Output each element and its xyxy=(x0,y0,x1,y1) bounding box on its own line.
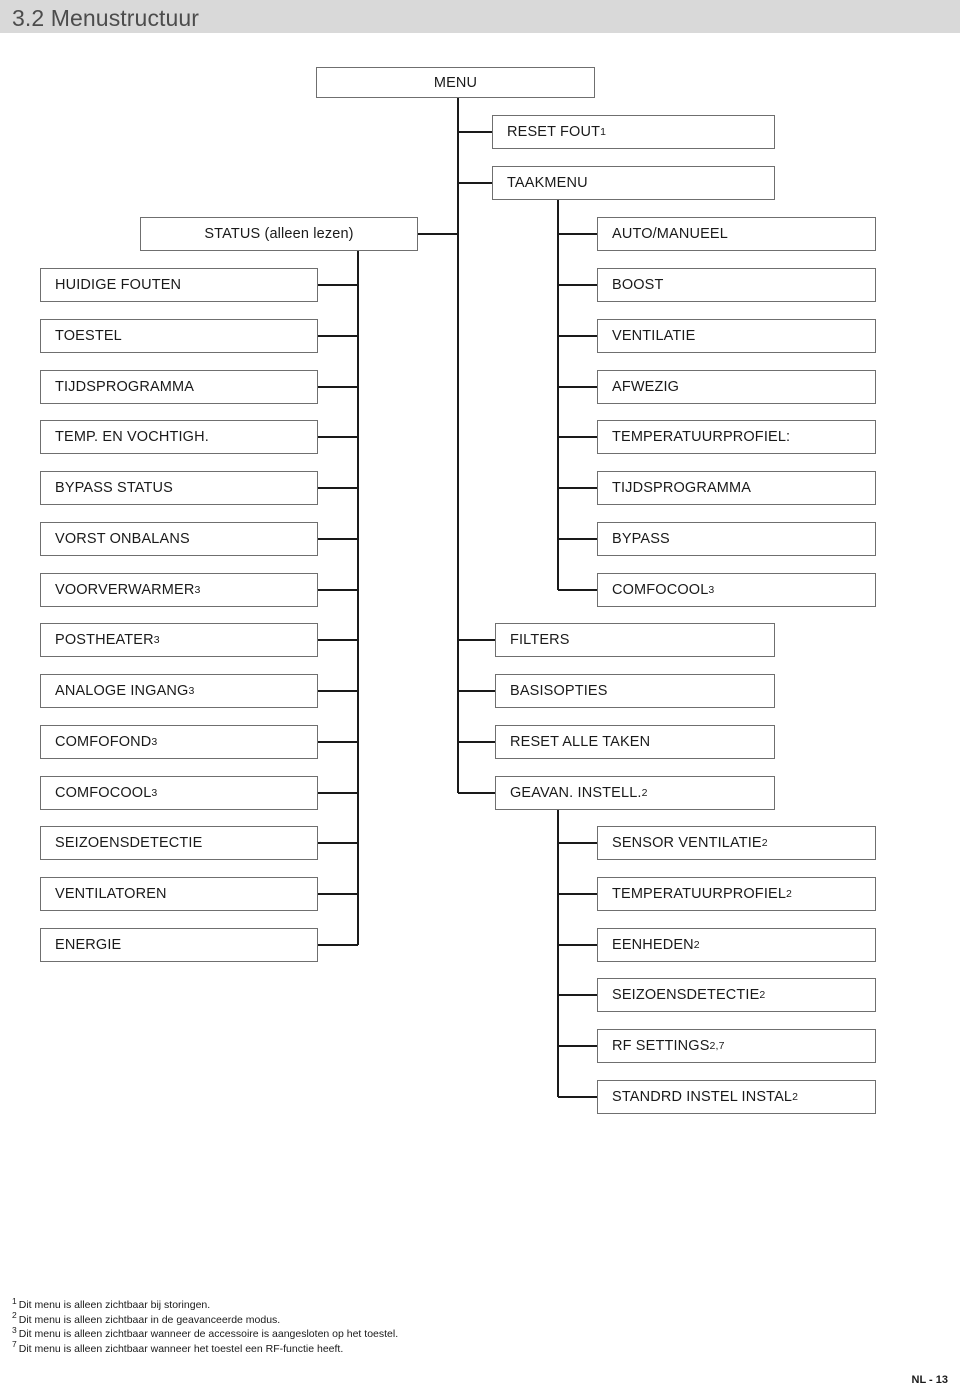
node-bypass-status[interactable]: BYPASS STATUS xyxy=(40,471,318,505)
node-comfofond[interactable]: COMFOFOND 3 xyxy=(40,725,318,759)
node-taakmenu-label: TAAKMENU xyxy=(507,175,588,191)
node-analoge-ingang[interactable]: ANALOGE INGANG 3 xyxy=(40,674,318,708)
footnote-2: 2 Dit menu is alleen zichtbaar in de geav… xyxy=(12,1310,712,1328)
node-huidige-fouten[interactable]: HUIDIGE FOUTEN xyxy=(40,268,318,302)
node-energie-label: ENERGIE xyxy=(55,937,122,953)
node-rf-settings-label: RF SETTINGS xyxy=(612,1038,710,1054)
node-ventilatie[interactable]: VENTILATIE xyxy=(597,319,876,353)
node-status-label: STATUS (alleen lezen) xyxy=(204,226,354,242)
node-temperatuurprofiel-geavan-label: TEMPERATUURPROFIEL xyxy=(612,886,787,902)
footnote-7-text: Dit menu is alleen zichtbaar wanneer het… xyxy=(18,1342,344,1355)
node-tijdsprogramma-status[interactable]: TIJDSPROGRAMMA xyxy=(40,370,318,404)
node-taakmenu[interactable]: TAAKMENU xyxy=(492,166,775,200)
node-menu-label: MENU xyxy=(433,74,478,91)
node-comfocool-status[interactable]: COMFOCOOL 3 xyxy=(40,776,318,810)
node-reset-fout-label: RESET FOUT xyxy=(507,124,601,140)
node-filters[interactable]: FILTERS xyxy=(495,623,775,657)
node-vorst-onbalans[interactable]: VORST ONBALANS xyxy=(40,522,318,556)
footnote-7: 7 Dit menu is alleen zichtbaar wanneer he… xyxy=(12,1339,712,1357)
node-sensor-ventilatie[interactable]: SENSOR VENTILATIE 2 xyxy=(597,826,876,860)
node-toestel-label: TOESTEL xyxy=(55,328,122,344)
footnote-3-text: Dit menu is alleen zichtbaar wanneer de … xyxy=(18,1328,399,1341)
node-status[interactable]: STATUS (alleen lezen) xyxy=(140,217,418,251)
node-bypass-label: BYPASS xyxy=(612,531,670,547)
footnote-7-mark: 7 xyxy=(12,1339,17,1350)
node-comfofond-label: COMFOFOND xyxy=(55,734,152,750)
node-rf-settings[interactable]: RF SETTINGS 2,7 xyxy=(597,1029,876,1063)
footnote-1: 1 Dit menu is alleen zichtbaar bij storin… xyxy=(12,1295,712,1313)
node-temperatuurprofiel-geavan[interactable]: TEMPERATUURPROFIEL 2 xyxy=(597,877,876,911)
footnote-1-text: Dit menu is alleen zichtbaar bij storing… xyxy=(18,1299,211,1311)
node-eenheden-label: EENHEDEN xyxy=(612,937,694,953)
node-toestel[interactable]: TOESTEL xyxy=(40,319,318,353)
node-postheater-label: POSTHEATER xyxy=(55,632,154,648)
document-page: 3.2 Menustructuur MENU RESET FOUT 1 TAAK… xyxy=(0,0,960,1400)
node-standrd-instel-instal-label: STANDRD INSTEL INSTAL xyxy=(612,1089,793,1105)
node-geavan-instell-label: GEAVAN. INSTELL. xyxy=(510,785,642,801)
node-ventilatoren-label: VENTILATOREN xyxy=(55,886,167,902)
footnote-3-mark: 3 xyxy=(12,1324,17,1335)
node-comfocool-taak-label: COMFOCOOL xyxy=(612,582,709,598)
node-seizoensdetectie-geavan[interactable]: SEIZOENSDETECTIE 2 xyxy=(597,978,876,1012)
node-sensor-ventilatie-label: SENSOR VENTILATIE xyxy=(612,835,762,851)
node-reset-fout[interactable]: RESET FOUT 1 xyxy=(492,115,775,149)
node-menu[interactable]: MENU xyxy=(316,67,595,98)
footnote-3: 3 Dit menu is alleen zichtbaar wanneer de… xyxy=(12,1324,712,1342)
node-vorst-onbalans-label: VORST ONBALANS xyxy=(55,531,190,547)
footnote-2-mark: 2 xyxy=(12,1310,17,1321)
node-energie[interactable]: ENERGIE xyxy=(40,928,318,962)
node-comfocool-status-label: COMFOCOOL xyxy=(55,785,152,801)
menu-structure-diagram: MENU RESET FOUT 1 TAAKMENU STATUS (alleen… xyxy=(0,0,960,1240)
node-auto-manueel-label: AUTO/MANUEEL xyxy=(612,226,728,242)
node-afwezig-label: AFWEZIG xyxy=(612,379,680,395)
node-analoge-ingang-label: ANALOGE INGANG xyxy=(55,683,189,699)
node-boost[interactable]: BOOST xyxy=(597,268,876,302)
node-seizoensdetectie-status[interactable]: SEIZOENSDETECTIE xyxy=(40,826,318,860)
footnote-1-mark: 1 xyxy=(12,1295,17,1306)
node-voorverwarmer[interactable]: VOORVERWARMER 3 xyxy=(40,573,318,607)
node-tijdsprogramma-taak[interactable]: TIJDSPROGRAMMA xyxy=(597,471,876,505)
node-seizoensdetectie-status-label: SEIZOENSDETECTIE xyxy=(55,835,203,851)
node-seizoensdetectie-geavan-label: SEIZOENSDETECTIE xyxy=(612,987,760,1003)
node-eenheden[interactable]: EENHEDEN 2 xyxy=(597,928,876,962)
node-huidige-fouten-label: HUIDIGE FOUTEN xyxy=(55,277,182,293)
node-afwezig[interactable]: AFWEZIG xyxy=(597,370,876,404)
node-reset-alle-taken[interactable]: RESET ALLE TAKEN xyxy=(495,725,775,759)
node-basisopties[interactable]: BASISOPTIES xyxy=(495,674,775,708)
footnote-2-text: Dit menu is alleen zichtbaar in de geava… xyxy=(18,1313,281,1326)
node-temp-en-vochtigh[interactable]: TEMP. EN VOCHTIGH. xyxy=(40,420,318,454)
node-geavan-instell[interactable]: GEAVAN. INSTELL. 2 xyxy=(495,776,775,810)
node-temperatuurprofiel-label: TEMPERATUURPROFIEL: xyxy=(612,429,791,445)
node-temp-en-vochtigh-label: TEMP. EN VOCHTIGH. xyxy=(55,429,209,445)
node-basisopties-label: BASISOPTIES xyxy=(510,683,608,699)
node-reset-alle-taken-label: RESET ALLE TAKEN xyxy=(510,734,651,750)
node-auto-manueel[interactable]: AUTO/MANUEEL xyxy=(597,217,876,251)
footnotes-block: 1 Dit menu is alleen zichtbaar bij storin… xyxy=(12,1295,712,1357)
node-boost-label: BOOST xyxy=(612,277,664,293)
node-temperatuurprofiel[interactable]: TEMPERATUURPROFIEL: xyxy=(597,420,876,454)
node-tijdsprogramma-status-label: TIJDSPROGRAMMA xyxy=(55,379,195,395)
node-voorverwarmer-label: VOORVERWARMER xyxy=(55,582,195,598)
node-ventilatie-label: VENTILATIE xyxy=(612,328,696,344)
node-tijdsprogramma-taak-label: TIJDSPROGRAMMA xyxy=(612,480,752,496)
page-number: NL - 13 xyxy=(911,1374,948,1386)
node-postheater[interactable]: POSTHEATER 3 xyxy=(40,623,318,657)
node-standrd-instel-instal[interactable]: STANDRD INSTEL INSTAL 2 xyxy=(597,1080,876,1114)
node-filters-label: FILTERS xyxy=(510,632,570,648)
node-bypass[interactable]: BYPASS xyxy=(597,522,876,556)
node-comfocool-taak[interactable]: COMFOCOOL 3 xyxy=(597,573,876,607)
node-ventilatoren[interactable]: VENTILATOREN xyxy=(40,877,318,911)
node-bypass-status-label: BYPASS STATUS xyxy=(55,480,173,496)
